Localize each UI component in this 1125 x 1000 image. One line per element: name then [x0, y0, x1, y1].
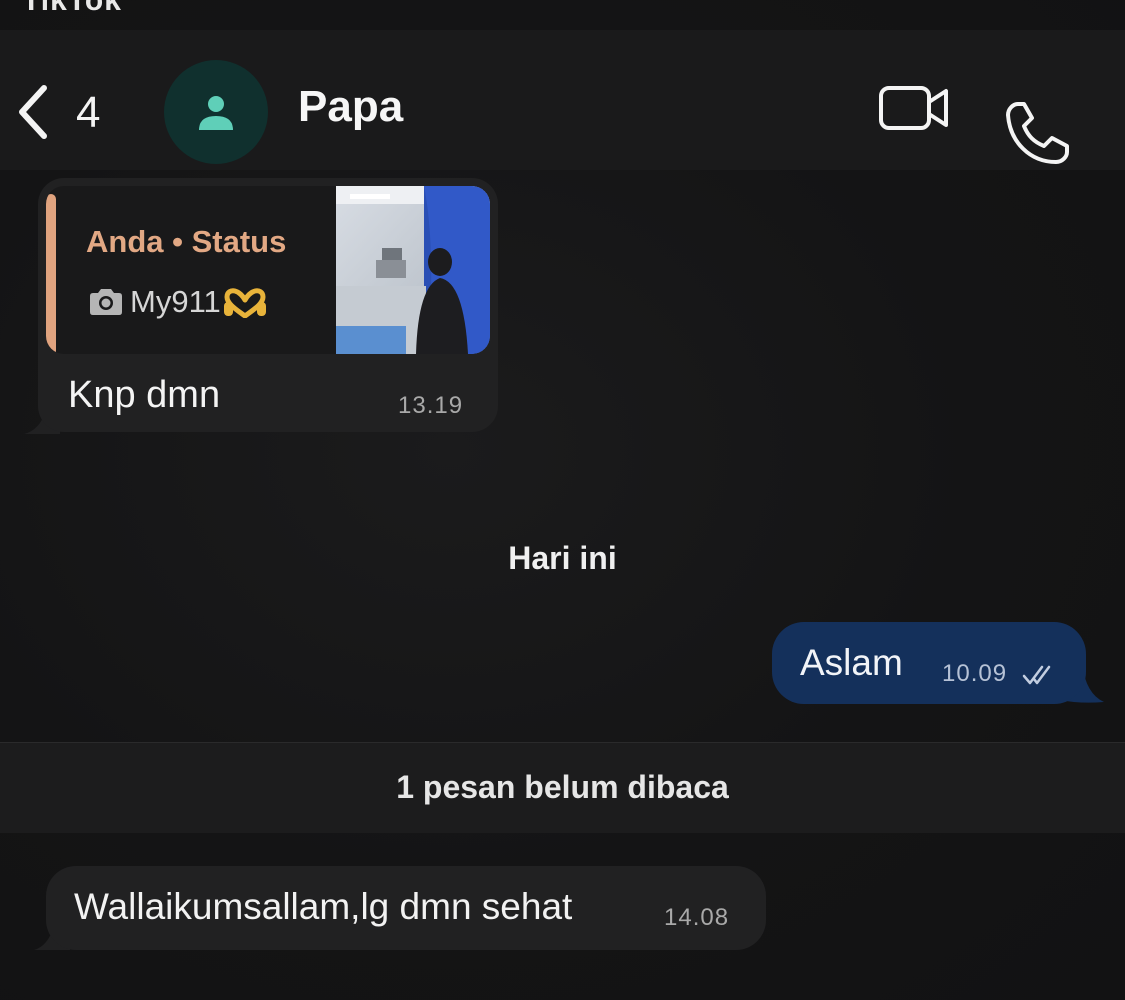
- contact-name[interactable]: Papa: [298, 82, 403, 132]
- status-thumbnail[interactable]: [336, 186, 490, 354]
- status-reply-quote[interactable]: Anda • Status My911: [46, 186, 490, 354]
- quote-caption-line: My911: [88, 284, 267, 320]
- chat-screen: TikTok 4 Papa Anda • Status My911 Knp dm…: [0, 0, 1125, 1000]
- message-bubble-outgoing[interactable]: Aslam 10.09: [772, 622, 1086, 704]
- message-bubble-incoming[interactable]: Anda • Status My911 Knp dmn 13.19: [38, 178, 498, 432]
- phone-icon[interactable]: [1004, 100, 1072, 166]
- unread-chats-count[interactable]: 4: [76, 88, 100, 138]
- unread-banner-text: 1 pesan belum dibaca: [396, 769, 729, 805]
- unread-messages-banner: 1 pesan belum dibaca: [0, 742, 1125, 833]
- date-divider: Hari ini: [508, 540, 617, 576]
- quote-author: Anda • Status: [86, 224, 287, 259]
- person-icon: [199, 96, 233, 130]
- message-bubble-incoming[interactable]: Wallaikumsallam,lg dmn sehat 14.08: [46, 866, 766, 950]
- heart-hands-icon: [223, 288, 266, 319]
- avatar[interactable]: [164, 60, 268, 164]
- message-text: Wallaikumsallam,lg dmn sehat: [74, 886, 573, 927]
- message-time: 10.09: [942, 660, 1008, 687]
- video-camera-icon[interactable]: [878, 82, 950, 134]
- quote-accent-bar: [46, 194, 56, 354]
- tiktok-watermark: TikTok: [22, 0, 122, 17]
- double-check-icon: [1022, 665, 1051, 685]
- message-text: Knp dmn: [68, 374, 221, 416]
- chevron-left-icon[interactable]: [14, 82, 54, 142]
- camera-icon: [90, 289, 122, 315]
- chat-header: 4 Papa: [0, 30, 1125, 170]
- quote-caption: My911: [130, 284, 221, 319]
- message-text: Aslam: [800, 642, 903, 683]
- message-time: 14.08: [664, 904, 730, 931]
- message-time: 13.19: [398, 392, 464, 419]
